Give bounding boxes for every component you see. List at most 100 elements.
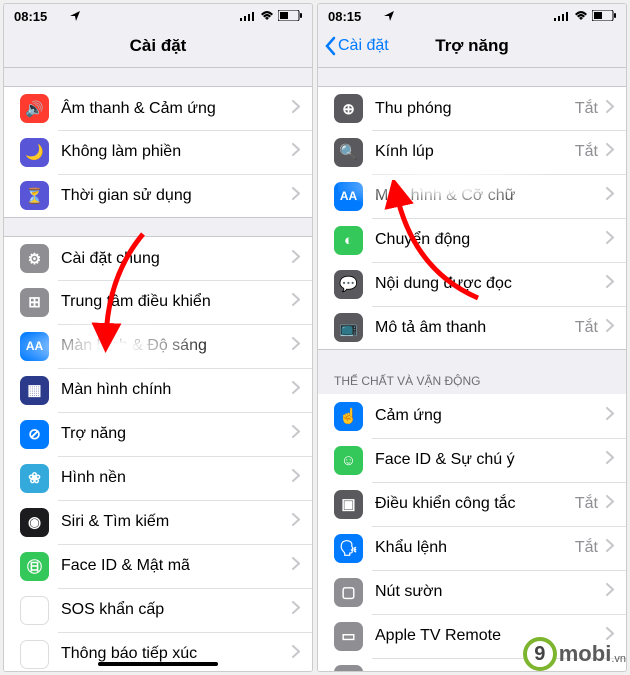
row-label: Khẩu lệnh	[375, 539, 575, 557]
chevron-right-icon	[292, 187, 300, 205]
chevron-right-icon	[606, 451, 614, 469]
chevron-right-icon	[292, 601, 300, 619]
sos-icon: SOS	[20, 596, 49, 625]
chevron-right-icon	[606, 275, 614, 293]
settings-row-displaytext[interactable]: AAMàn hình & Cỡ chữ	[318, 174, 626, 218]
settings-row-faceid[interactable]: ㊐ Face ID & Mật mã	[4, 544, 312, 588]
wifi-icon	[574, 9, 588, 24]
status-time: 08:15	[14, 9, 66, 24]
keyboard-icon: ⌨	[334, 665, 363, 671]
chevron-right-icon	[606, 319, 614, 337]
row-label: Nút sườn	[375, 583, 606, 601]
back-label: Cài đặt	[338, 37, 389, 55]
controlcenter-icon: ⊞	[20, 288, 49, 317]
screentime-icon: ⏳	[20, 181, 49, 210]
settings-row-touch[interactable]: ☝Cảm ứng	[318, 394, 626, 438]
chevron-right-icon	[292, 381, 300, 399]
sound-icon: 🔊	[20, 94, 49, 123]
settings-row-audiodesc[interactable]: 📺Mô tả âm thanhTắt	[318, 306, 626, 350]
chevron-right-icon	[606, 231, 614, 249]
row-label: Face ID & Mật mã	[61, 557, 292, 575]
switch-icon: ▣	[334, 490, 363, 519]
row-label: Kính lúp	[375, 143, 575, 161]
settings-row-wallpaper[interactable]: ❀Hình nền	[4, 456, 312, 500]
settings-row-sound[interactable]: 🔊 Âm thanh & Cảm ứng	[4, 86, 312, 130]
wifi-icon	[260, 9, 274, 24]
navbar: Cài đặt	[4, 24, 312, 68]
settings-screen: 08:15 Cài đặt 🔊 Âm thanh & Cảm ứng 🌙Không …	[4, 4, 312, 671]
settings-row-dnd[interactable]: 🌙Không làm phiền	[4, 130, 312, 174]
chevron-right-icon	[292, 425, 300, 443]
row-detail: Tắt	[575, 495, 598, 513]
chevron-right-icon	[292, 337, 300, 355]
chevron-right-icon	[292, 293, 300, 311]
settings-row-homescreen[interactable]: ▦Màn hình chính	[4, 368, 312, 412]
page-title: Trợ năng	[435, 36, 508, 56]
row-label: Mô tả âm thanh	[375, 319, 575, 337]
chevron-right-icon	[292, 645, 300, 663]
battery-icon	[278, 9, 302, 24]
voice-icon: 🗣	[334, 534, 363, 563]
settings-row-voice[interactable]: 🗣Khẩu lệnhTắt	[318, 526, 626, 570]
settings-row-displaytext[interactable]: AAMàn hình & Độ sáng	[4, 324, 312, 368]
settings-row-sos[interactable]: SOS SOS khẩn cấp	[4, 588, 312, 632]
row-label: SOS khẩn cấp	[61, 601, 292, 619]
accessibility-list[interactable]: ⊕Thu phóngTắt🔍Kính lúpTắtAAMàn hình & Cỡ…	[318, 86, 626, 671]
chevron-right-icon	[606, 583, 614, 601]
settings-row-sidebtn[interactable]: ▢Nút sườn	[318, 570, 626, 614]
row-label: Hình nền	[61, 469, 292, 487]
row-label: Chuyển động	[375, 231, 606, 249]
row-detail: Tắt	[575, 100, 598, 118]
settings-row-faceatt[interactable]: ☺Face ID & Sự chú ý	[318, 438, 626, 482]
exposure-icon: ⊙	[20, 640, 49, 669]
signal-icon	[240, 9, 256, 24]
row-label: Điều khiển công tắc	[375, 495, 575, 513]
settings-row-siri[interactable]: ◉ Siri & Tìm kiếm	[4, 500, 312, 544]
chevron-right-icon	[606, 187, 614, 205]
chevron-right-icon	[606, 407, 614, 425]
settings-row-zoom[interactable]: ⊕Thu phóngTắt	[318, 86, 626, 130]
settings-row-switch[interactable]: ▣ Điều khiển công tắcTắt	[318, 482, 626, 526]
battery-icon	[592, 9, 616, 24]
faceatt-icon: ☺	[334, 446, 363, 475]
audiodesc-icon: 📺	[334, 313, 363, 342]
settings-row-controlcenter[interactable]: ⊞ Trung tâm điều khiển	[4, 280, 312, 324]
status-bar: 08:15	[4, 4, 312, 24]
motion-icon: ◐	[334, 226, 363, 255]
chevron-right-icon	[606, 143, 614, 161]
chevron-right-icon	[292, 469, 300, 487]
row-label: Siri & Tìm kiếm	[61, 513, 292, 531]
row-label: Màn hình & Cỡ chữ	[375, 187, 606, 205]
chevron-right-icon	[606, 539, 614, 557]
chevron-right-icon	[606, 495, 614, 513]
row-label: Màn hình chính	[61, 381, 292, 399]
back-button[interactable]: Cài đặt	[324, 36, 389, 56]
row-label: Cài đặt chung	[61, 250, 292, 268]
settings-row-spoken[interactable]: 💬Nội dung được đọc	[318, 262, 626, 306]
page-title: Cài đặt	[130, 36, 187, 56]
appletv-icon: ▭	[334, 622, 363, 651]
row-label: Thu phóng	[375, 100, 575, 118]
home-indicator[interactable]	[98, 662, 218, 666]
chevron-right-icon	[292, 513, 300, 531]
chevron-right-icon	[292, 557, 300, 575]
row-label: Âm thanh & Cảm ứng	[61, 100, 292, 118]
settings-row-screentime[interactable]: ⏳ Thời gian sử dụng	[4, 174, 312, 218]
dnd-icon: 🌙	[20, 138, 49, 167]
group-header: THỂ CHẤT VÀ VẬN ĐỘNG	[318, 368, 626, 394]
settings-row-magnifier[interactable]: 🔍Kính lúpTắt	[318, 130, 626, 174]
settings-row-general[interactable]: ⚙︎Cài đặt chung	[4, 236, 312, 280]
settings-row-accessibility[interactable]: ⊘Trợ năng	[4, 412, 312, 456]
settings-row-motion[interactable]: ◐ Chuyển động	[318, 218, 626, 262]
row-label: Thời gian sử dụng	[61, 187, 292, 205]
siri-icon: ◉	[20, 508, 49, 537]
faceid-icon: ㊐	[20, 552, 49, 581]
spoken-icon: 💬	[334, 270, 363, 299]
accessibility-icon: ⊘	[20, 420, 49, 449]
row-label: Trung tâm điều khiển	[61, 293, 292, 311]
settings-list[interactable]: 🔊 Âm thanh & Cảm ứng 🌙Không làm phiền ⏳ Thời…	[4, 86, 312, 671]
location-arrow-icon	[384, 9, 394, 24]
status-time: 08:15	[328, 9, 380, 24]
touch-icon: ☝	[334, 402, 363, 431]
chevron-right-icon	[292, 143, 300, 161]
